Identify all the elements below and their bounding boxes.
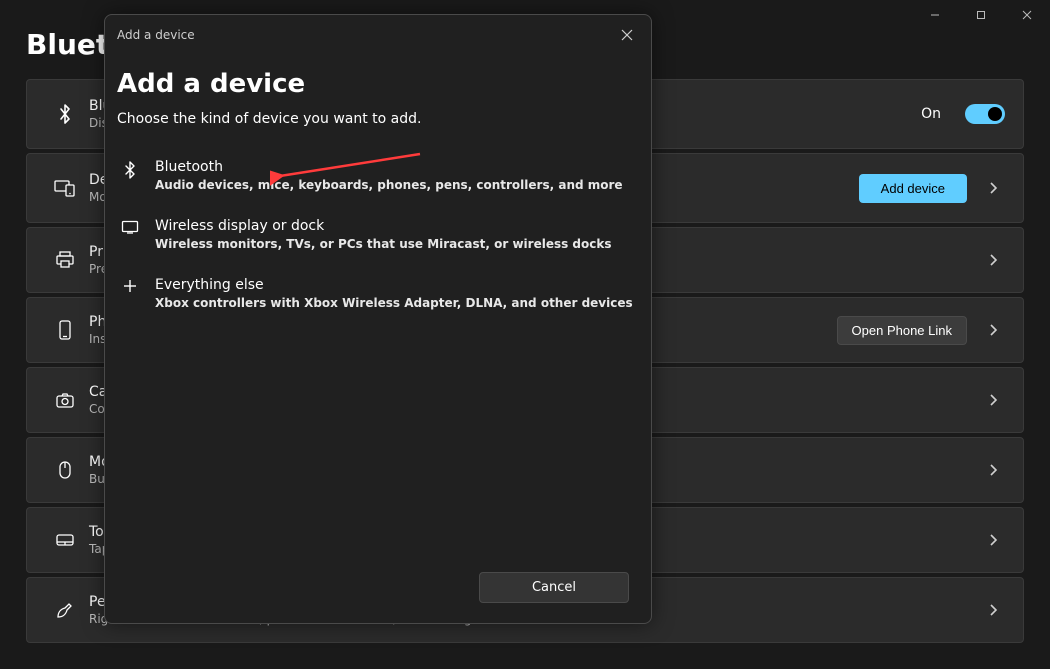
display-icon xyxy=(119,218,141,251)
devices-icon xyxy=(45,179,85,197)
bluetooth-icon xyxy=(119,159,141,192)
phone-icon xyxy=(45,320,85,340)
option-title: Everything else xyxy=(155,277,633,293)
option-everything-else[interactable]: Everything else Xbox controllers with Xb… xyxy=(117,265,639,324)
option-title: Wireless display or dock xyxy=(155,218,612,234)
option-desc: Audio devices, mice, keyboards, phones, … xyxy=(155,178,623,192)
option-bluetooth[interactable]: Bluetooth Audio devices, mice, keyboards… xyxy=(117,147,639,206)
option-desc: Wireless monitors, TVs, or PCs that use … xyxy=(155,237,612,251)
chevron-right-icon xyxy=(981,248,1005,272)
plus-icon xyxy=(119,277,141,310)
chevron-right-icon xyxy=(981,388,1005,412)
cancel-button[interactable]: Cancel xyxy=(479,572,629,603)
chevron-right-icon xyxy=(981,176,1005,200)
chevron-right-icon xyxy=(981,458,1005,482)
mouse-icon xyxy=(45,460,85,480)
chevron-right-icon xyxy=(981,598,1005,622)
dialog-subtitle: Choose the kind of device you want to ad… xyxy=(117,111,639,127)
pen-icon xyxy=(45,600,85,620)
dialog-header-title: Add a device xyxy=(117,28,195,42)
printer-icon xyxy=(45,251,85,269)
maximize-button[interactable] xyxy=(958,0,1004,30)
dialog-title: Add a device xyxy=(117,69,639,99)
option-desc: Xbox controllers with Xbox Wireless Adap… xyxy=(155,296,633,310)
camera-icon xyxy=(45,392,85,408)
option-title: Bluetooth xyxy=(155,159,623,175)
chevron-right-icon xyxy=(981,528,1005,552)
minimize-button[interactable] xyxy=(912,0,958,30)
open-phone-link-button[interactable]: Open Phone Link xyxy=(837,316,967,345)
chevron-right-icon xyxy=(981,318,1005,342)
bluetooth-icon xyxy=(45,103,85,125)
touchpad-icon xyxy=(45,533,85,547)
add-device-dialog: Add a device Add a device Choose the kin… xyxy=(104,14,652,624)
option-wireless-display[interactable]: Wireless display or dock Wireless monito… xyxy=(117,206,639,265)
window-controls xyxy=(912,0,1050,30)
bluetooth-toggle[interactable] xyxy=(965,104,1005,124)
dialog-close-button[interactable] xyxy=(615,23,639,47)
toggle-label: On xyxy=(921,106,941,122)
add-device-button[interactable]: Add device xyxy=(859,174,967,203)
close-window-button[interactable] xyxy=(1004,0,1050,30)
